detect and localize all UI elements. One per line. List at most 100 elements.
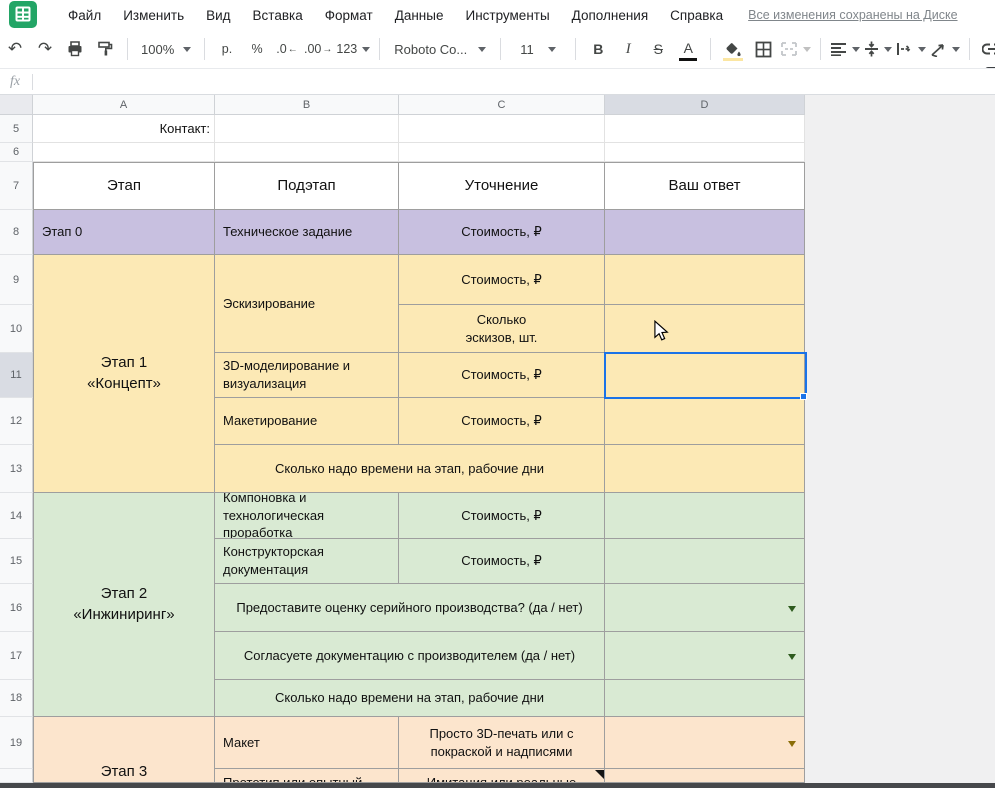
menu-data[interactable]: Данные xyxy=(384,4,455,27)
cell-d19-dropdown[interactable] xyxy=(605,717,805,769)
cell-d16-dropdown[interactable] xyxy=(605,584,805,632)
cell-d7-header[interactable]: Ваш ответ xyxy=(605,162,805,210)
cell-b5[interactable] xyxy=(215,115,399,143)
cell-d14[interactable] xyxy=(605,493,805,539)
row-header-8[interactable]: 8 xyxy=(0,210,33,255)
text-wrap-button[interactable] xyxy=(896,36,926,62)
italic-button[interactable]: I xyxy=(615,36,641,62)
cell-b18-c18[interactable]: Сколько надо времени на этап, рабочие дн… xyxy=(215,680,605,717)
cell-d11-selected[interactable] xyxy=(605,353,805,398)
cell-b11[interactable]: 3D-моделирование и визуализация xyxy=(215,353,399,398)
cell-c7-header[interactable]: Уточнение xyxy=(399,162,605,210)
format-currency-button[interactable]: р. xyxy=(214,36,240,62)
cell-a7-header[interactable]: Этап xyxy=(33,162,215,210)
horizontal-align-button[interactable] xyxy=(830,36,860,62)
cell-a6[interactable] xyxy=(33,143,215,162)
column-header-a[interactable]: A xyxy=(33,95,215,115)
row-header-12[interactable]: 12 xyxy=(0,398,33,445)
formula-bar[interactable]: fx xyxy=(0,68,995,95)
cell-d17-dropdown[interactable] xyxy=(605,632,805,680)
print-button[interactable] xyxy=(62,36,88,62)
cell-c19[interactable]: Просто 3D-печать или с покраской и надпи… xyxy=(399,717,605,769)
column-header-c[interactable]: C xyxy=(399,95,605,115)
row-header-20[interactable] xyxy=(0,769,33,783)
select-all-corner[interactable] xyxy=(0,95,33,115)
row-header-10[interactable]: 10 xyxy=(0,305,33,353)
selection-fill-handle[interactable] xyxy=(800,393,807,400)
cell-b13-c13[interactable]: Сколько надо времени на этап, рабочие дн… xyxy=(215,445,605,493)
strikethrough-button[interactable]: S xyxy=(645,36,671,62)
cell-d13[interactable] xyxy=(605,445,805,493)
cell-c20[interactable]: Имитация или реальные xyxy=(399,769,605,783)
column-header-d[interactable]: D xyxy=(605,95,805,115)
cell-a9-13-stage1[interactable]: Этап 1 «Концепт» xyxy=(33,255,215,493)
cell-b20[interactable]: Прототип или опытный xyxy=(215,769,399,783)
cell-b15[interactable]: Конструкторская документация xyxy=(215,539,399,584)
cell-c8[interactable]: Стоимость, ₽ xyxy=(399,210,605,255)
text-rotation-button[interactable] xyxy=(930,36,960,62)
bold-button[interactable]: B xyxy=(585,36,611,62)
menu-file[interactable]: Файл xyxy=(57,4,112,27)
zoom-select[interactable]: 100% xyxy=(137,36,195,62)
row-header-7[interactable]: 7 xyxy=(0,162,33,210)
row-header-15[interactable]: 15 xyxy=(0,539,33,584)
cell-d12[interactable] xyxy=(605,398,805,445)
cell-c12[interactable]: Стоимость, ₽ xyxy=(399,398,605,445)
decrease-decimal-button[interactable]: .0← xyxy=(274,36,300,62)
cell-b17-c17[interactable]: Согласуете документацию с производителем… xyxy=(215,632,605,680)
font-select[interactable]: Roboto Co... xyxy=(389,36,491,62)
save-status-link[interactable]: Все изменения сохранены на Диске xyxy=(748,8,957,22)
cell-b7-header[interactable]: Подэтап xyxy=(215,162,399,210)
cell-a14-18-stage2[interactable]: Этап 2 «Инжиниринг» xyxy=(33,493,215,717)
fill-color-button[interactable] xyxy=(720,36,746,62)
cell-d10[interactable] xyxy=(605,305,805,353)
menu-tools[interactable]: Инструменты xyxy=(454,4,560,27)
row-header-17[interactable]: 17 xyxy=(0,632,33,680)
cell-d20[interactable] xyxy=(605,769,805,783)
insert-link-button[interactable] xyxy=(979,36,995,62)
menu-format[interactable]: Формат xyxy=(314,4,384,27)
cell-c6[interactable] xyxy=(399,143,605,162)
cell-a8[interactable]: Этап 0 xyxy=(33,210,215,255)
cell-b12[interactable]: Макетирование xyxy=(215,398,399,445)
menu-addons[interactable]: Дополнения xyxy=(561,4,659,27)
menu-insert[interactable]: Вставка xyxy=(242,4,314,27)
row-header-11[interactable]: 11 xyxy=(0,353,33,398)
undo-button[interactable]: ↶ xyxy=(2,36,28,62)
cell-d6[interactable] xyxy=(605,143,805,162)
cell-c14[interactable]: Стоимость, ₽ xyxy=(399,493,605,539)
text-color-button[interactable]: A xyxy=(675,36,701,62)
vertical-align-button[interactable] xyxy=(864,36,892,62)
menu-view[interactable]: Вид xyxy=(195,4,241,27)
row-header-9[interactable]: 9 xyxy=(0,255,33,305)
format-percent-button[interactable]: % xyxy=(244,36,270,62)
cell-b6[interactable] xyxy=(215,143,399,162)
cell-d18[interactable] xyxy=(605,680,805,717)
row-header-18[interactable]: 18 xyxy=(0,680,33,717)
redo-button[interactable]: ↷ xyxy=(32,36,58,62)
cell-c5[interactable] xyxy=(399,115,605,143)
cell-b19[interactable]: Макет xyxy=(215,717,399,769)
increase-decimal-button[interactable]: .00→ xyxy=(304,36,332,62)
paint-format-button[interactable] xyxy=(92,36,118,62)
cell-c10[interactable]: Сколько эскизов, шт. xyxy=(399,305,605,353)
row-header-6[interactable]: 6 xyxy=(0,143,33,162)
dropdown-arrow-icon[interactable] xyxy=(788,741,796,747)
dropdown-arrow-icon[interactable] xyxy=(788,606,796,612)
borders-button[interactable] xyxy=(750,36,776,62)
row-header-14[interactable]: 14 xyxy=(0,493,33,539)
dropdown-arrow-icon[interactable] xyxy=(788,654,796,660)
cell-b9-10[interactable]: Эскизирование xyxy=(215,255,399,353)
cell-d5[interactable] xyxy=(605,115,805,143)
cell-a19-stage3[interactable]: Этап 3 xyxy=(33,717,215,783)
cell-b16-c16[interactable]: Предоставите оценку серийного производст… xyxy=(215,584,605,632)
font-size-select[interactable]: 11 xyxy=(510,36,566,62)
cell-b14[interactable]: Компоновка и технологическая проработка xyxy=(215,493,399,539)
cell-c9[interactable]: Стоимость, ₽ xyxy=(399,255,605,305)
cell-d15[interactable] xyxy=(605,539,805,584)
column-header-b[interactable]: B xyxy=(215,95,399,115)
cell-c15[interactable]: Стоимость, ₽ xyxy=(399,539,605,584)
row-header-19[interactable]: 19 xyxy=(0,717,33,769)
menu-edit[interactable]: Изменить xyxy=(112,4,195,27)
cell-d9[interactable] xyxy=(605,255,805,305)
